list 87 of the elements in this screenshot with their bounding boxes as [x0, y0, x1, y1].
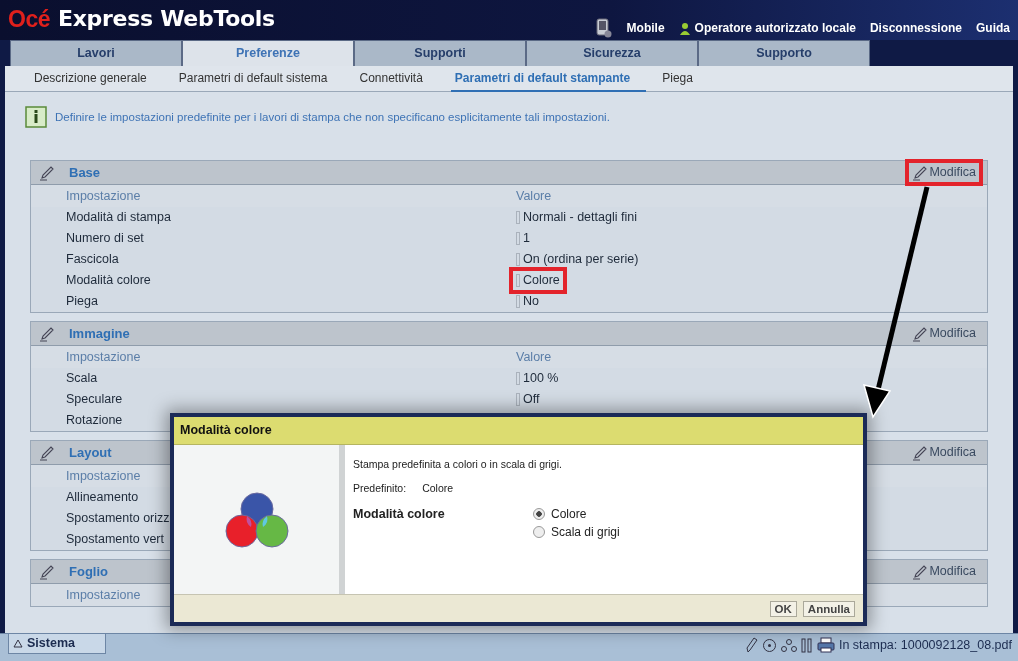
setting-label: Speculare [66, 392, 123, 407]
user-link[interactable]: Operatore autorizzato locale [694, 19, 856, 37]
subnav-tab[interactable]: Connettività [355, 66, 439, 92]
nav-tab[interactable]: Lavori [10, 40, 182, 66]
subnav-tab[interactable]: Piega [658, 66, 709, 92]
nav-tab[interactable]: Sicurezza [526, 40, 698, 66]
edit-link[interactable]: Modifica [905, 159, 983, 186]
pencil-icon [39, 326, 55, 343]
section-title: Immagine [69, 324, 130, 343]
setting-value: Off [523, 391, 540, 409]
setting-value: 1 [523, 230, 530, 248]
pause-icon[interactable] [800, 637, 813, 653]
subnav-tab[interactable]: Parametri di default stampante [450, 66, 647, 92]
value-marker-icon [516, 253, 520, 266]
app-title: Express WebTools [58, 6, 275, 31]
phone-icon [594, 18, 613, 38]
nav-tab[interactable]: Preferenze [182, 40, 354, 66]
value-marker-icon [516, 393, 520, 406]
edit-link[interactable]: Modifica [905, 439, 983, 466]
color-circles-icon [224, 490, 289, 549]
section-title: Layout [69, 443, 112, 462]
cancel-button[interactable]: Annulla [802, 600, 855, 617]
info-text: Definire le impostazioni predefinite per i lavori di stampa che non specificano esplicitamente tali impostazioni. [55, 110, 610, 125]
subnav-tab[interactable]: Parametri di default sistema [174, 66, 344, 92]
setting-label: Numero di set [66, 231, 144, 246]
value-marker-icon [516, 274, 520, 287]
radio-option[interactable]: Colore [533, 504, 620, 523]
option-label: Modalità colore [353, 505, 446, 523]
brand-logo: Océ [8, 6, 50, 33]
pencil-icon [39, 564, 55, 581]
pencil-icon [39, 165, 55, 182]
pen-icon[interactable] [745, 637, 758, 654]
header-link[interactable]: Guida [976, 19, 1010, 37]
info-icon [25, 106, 47, 128]
setting-value: No [523, 293, 539, 311]
column-header: Impostazione [65, 348, 142, 366]
default-label: Predefinito: [353, 480, 407, 496]
setting-label: Fascicola [66, 252, 119, 267]
disc-icon[interactable] [761, 637, 777, 653]
setting-label: Spostamento vert [65, 531, 165, 549]
setting-value: Colore [523, 272, 560, 290]
section-title: Foglio [69, 562, 108, 581]
printer-icon[interactable] [816, 637, 835, 654]
radio-option[interactable]: Scala di grigi [533, 522, 620, 541]
ok-button[interactable]: OK [769, 600, 797, 617]
system-tab[interactable]: Sistema [8, 634, 106, 654]
column-header: Valore [516, 187, 552, 205]
setting-value: Normali - dettagli fini [523, 209, 637, 227]
value-marker-icon [516, 211, 520, 224]
nav-tab[interactable]: Supporto [698, 40, 870, 66]
section-title: Base [69, 163, 101, 182]
edit-link[interactable]: Modifica [905, 558, 983, 585]
radio-button[interactable] [533, 507, 545, 520]
column-header: Impostazione [65, 586, 142, 604]
setting-label: Scala [66, 371, 98, 386]
pencil-icon [912, 325, 929, 342]
radio-button[interactable] [533, 525, 545, 538]
column-header: Impostazione [65, 467, 142, 485]
setting-label: Modalità colore [66, 273, 151, 288]
setting-label: Rotazione [65, 412, 124, 430]
dialog-title: Modalità colore [174, 417, 863, 445]
print-status: In stampa: 1000092128_08.pdf [838, 637, 1012, 654]
nodes-icon[interactable] [780, 638, 797, 653]
pencil-icon [39, 445, 55, 462]
setting-value: On (ordina per serie) [523, 251, 639, 269]
pencil-icon [912, 164, 929, 181]
setting-label: Spostamento orizz [65, 510, 171, 528]
header-link[interactable]: Disconnessione [869, 19, 962, 37]
column-header: Impostazione [65, 187, 142, 205]
dialog-description: Stampa predefinita a colori o in scala di grigi. [353, 457, 563, 472]
pencil-icon [912, 444, 929, 461]
setting-value: 100 % [523, 370, 559, 388]
pencil-icon [912, 563, 929, 580]
mobile-link[interactable]: Mobile [626, 19, 665, 37]
value-marker-icon [516, 372, 520, 385]
edit-link[interactable]: Modifica [905, 320, 983, 347]
subnav-tab[interactable]: Descrizione generale [30, 66, 163, 92]
setting-label: Piega [66, 294, 98, 309]
triangle-icon [13, 639, 23, 648]
value-marker-icon [516, 295, 520, 308]
nav-tab[interactable]: Supporti [354, 40, 526, 66]
setting-label: Modalità di stampa [66, 210, 171, 225]
value-marker-icon [516, 232, 520, 245]
column-header: Valore [516, 348, 552, 366]
setting-label: Allineamento [65, 489, 140, 507]
default-value: Colore [422, 480, 454, 496]
user-icon [678, 21, 691, 36]
